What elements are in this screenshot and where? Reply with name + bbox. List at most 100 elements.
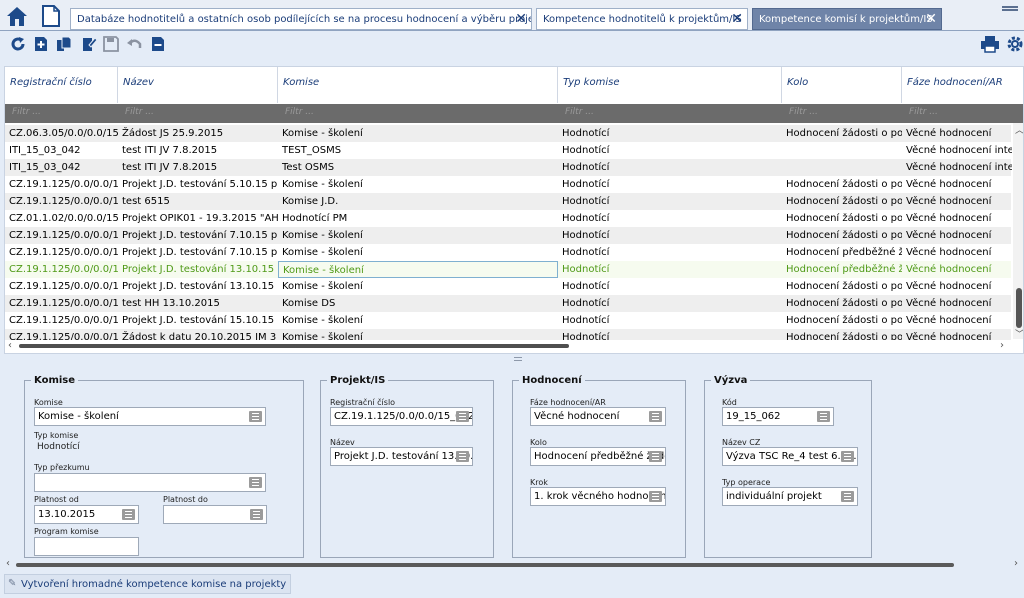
table-cell[interactable]: Hodnocení žádosti o pod [782,125,902,142]
platnost-od-field[interactable]: 13.10.2015 [34,505,139,524]
table-cell[interactable]: Komise - školení [278,176,558,193]
table-cell[interactable]: CZ.06.3.05/0.0/0.0/15 [5,125,118,142]
table-cell[interactable]: Věcné hodnocení integ [902,142,1012,159]
table-cell[interactable]: Hodnotící [558,244,782,261]
table-cell[interactable]: Komise - školení [278,312,558,329]
table-cell[interactable]: Projekt J.D. testování 13.10.15 pr [118,278,278,295]
scroll-down-icon[interactable]: ﹀ [1015,327,1023,340]
table-cell[interactable]: Věcné hodnocení [902,261,1012,278]
tab-kompetence-hodnotitelu[interactable]: Kompetence hodnotitelů k projektům/IS ✕ [536,8,748,30]
table-cell[interactable]: test HH 13.10.2015 [118,295,278,312]
column-header-typ-komise[interactable]: Typ komise [558,67,782,103]
detail-horizontal-scrollbar[interactable]: ‹ › [0,558,1024,570]
home-icon[interactable] [4,3,30,29]
table-cell[interactable]: Projekt J.D. testování 5.10.15 prv [118,176,278,193]
table-cell[interactable]: Věcné hodnocení [902,210,1012,227]
table-cell[interactable]: Hodnocení žádosti o pod [782,312,902,329]
faze-hodnoceni-field[interactable]: Věcné hodnocení [530,407,666,426]
table-row[interactable]: CZ.19.1.125/0.0/0.0/1 Projekt J.D. testov… [5,278,1011,295]
edit-icon[interactable] [80,35,98,53]
table-cell[interactable]: Hodnotící [558,142,782,159]
table-row[interactable]: CZ.19.1.125/0.0/0.0/1 test HH 13.10.2015 K… [5,295,1011,312]
table-row[interactable]: CZ.19.1.125/0.0/0.0/1 Projekt J.D. testov… [5,227,1011,244]
table-cell[interactable]: Komise - školení [278,261,558,278]
list-icon[interactable] [456,411,469,422]
table-cell[interactable]: Projekt J.D. testování 13.10.15 pr [118,261,278,278]
kod-field[interactable]: 19_15_062 [722,407,834,426]
list-icon[interactable] [649,411,662,422]
typ-prezkumu-field[interactable] [34,473,266,492]
table-cell[interactable]: Hodnotící PM [278,210,558,227]
table-cell[interactable]: Hodnotící [558,210,782,227]
add-icon[interactable] [32,35,50,53]
table-cell[interactable]: Věcné hodnocení [902,193,1012,210]
delete-icon[interactable] [149,35,167,53]
table-cell[interactable]: Hodnotící [558,278,782,295]
scrollbar-thumb[interactable] [1016,288,1022,328]
list-icon[interactable] [649,491,662,502]
table-cell[interactable]: Hodnocení žádosti o pod [782,176,902,193]
nazev-cz-field[interactable]: Výzva TSC Re_4 test 6.10.2015 [722,447,858,466]
list-icon[interactable] [456,451,469,462]
table-row[interactable]: CZ.19.1.125/0.0/0.0/1 Projekt J.D. testov… [5,261,1011,278]
table-cell[interactable]: Žádost JS 25.9.2015 [118,125,278,142]
table-cell[interactable]: Projekt J.D. testování 7.10.15 prv [118,244,278,261]
list-icon[interactable] [649,451,662,462]
list-icon[interactable] [249,477,262,488]
table-cell[interactable]: CZ.19.1.125/0.0/0.0/1 [5,193,118,210]
table-cell[interactable] [782,159,902,176]
table-cell[interactable]: CZ.19.1.125/0.0/0.0/1 [5,227,118,244]
table-cell[interactable]: Hodnocení žádosti o pod [782,210,902,227]
column-header-komise[interactable]: Komise [278,67,558,103]
table-cell[interactable]: Hodnocení předběžné žád [782,244,902,261]
program-komise-field[interactable] [34,537,139,556]
table-cell[interactable]: Hodnocení žádosti o pod [782,278,902,295]
kolo-field[interactable]: Hodnocení předběžné žádosti [530,447,666,466]
window-menu-icon[interactable] [1002,6,1018,11]
table-cell[interactable]: Hodnotící [558,261,782,278]
close-icon[interactable]: ✕ [925,11,937,27]
table-cell[interactable]: Komise - školení [278,244,558,261]
scroll-up-icon[interactable]: ︿ [1015,123,1023,136]
splitter-handle-icon[interactable] [514,357,522,361]
table-cell[interactable]: CZ.19.1.125/0.0/0.0/1 [5,261,118,278]
close-icon[interactable]: ✕ [731,11,743,27]
mass-competence-button[interactable]: ✎ Vytvoření hromadné kompetence komise n… [4,574,292,594]
column-header-kolo[interactable]: Kolo [782,67,902,103]
table-cell[interactable]: Komise - školení [278,125,558,142]
table-row[interactable]: ITI_15_03_042 test ITI JV 7.8.2015 TEST_OS… [5,142,1012,159]
table-cell[interactable]: ITI_15_03_042 [5,159,118,176]
table-cell[interactable]: Věcné hodnocení [902,125,1012,142]
table-cell[interactable]: Projekt J.D. testování 7.10.15 prv [118,227,278,244]
splitter[interactable] [0,354,1024,366]
scroll-right-icon[interactable]: › [1014,558,1018,569]
table-cell[interactable]: Komise - školení [278,227,558,244]
table-cell[interactable]: Věcné hodnocení [902,312,1012,329]
list-icon[interactable] [817,411,830,422]
table-cell[interactable]: CZ.19.1.125/0.0/0.0/1 [5,244,118,261]
calendar-icon[interactable] [250,509,263,520]
table-cell[interactable]: Komise J.D. [278,193,558,210]
krok-field[interactable]: 1. krok věcného hodnocení [530,487,666,506]
table-row[interactable]: CZ.06.3.05/0.0/0.0/15 Žádost JS 25.9.2015… [5,125,1011,142]
tab-kompetence-komisi[interactable]: Kompetence komisí k projektům/IS ✕ [752,8,942,30]
table-cell[interactable]: CZ.01.1.02/0.0/0.0/15 [5,210,118,227]
table-cell[interactable]: CZ.19.1.125/0.0/0.0/1 [5,295,118,312]
page-icon[interactable] [38,3,64,29]
list-icon[interactable] [249,411,262,422]
gear-icon[interactable] [1006,35,1024,53]
table-cell[interactable]: Hodnotící [558,176,782,193]
table-cell[interactable]: Projekt J.D. testování 15.10.15 pr [118,312,278,329]
scroll-left-icon[interactable]: ‹ [8,340,12,351]
table-cell[interactable]: Věcné hodnocení [902,176,1012,193]
table-cell[interactable]: Věcné hodnocení [902,278,1012,295]
table-cell[interactable]: Věcné hodnocení [902,295,1012,312]
table-cell[interactable]: Hodnocení žádosti o pod [782,295,902,312]
table-cell[interactable]: test 6515 [118,193,278,210]
list-icon[interactable] [841,491,854,502]
typ-operace-field[interactable]: individuální projekt [722,487,858,506]
list-icon[interactable] [841,451,854,462]
calendar-icon[interactable] [122,509,135,520]
table-cell[interactable]: Hodnocení žádosti o pod [782,227,902,244]
table-cell[interactable]: Projekt OPIK01 - 19.3.2015 "AH" [118,210,278,227]
